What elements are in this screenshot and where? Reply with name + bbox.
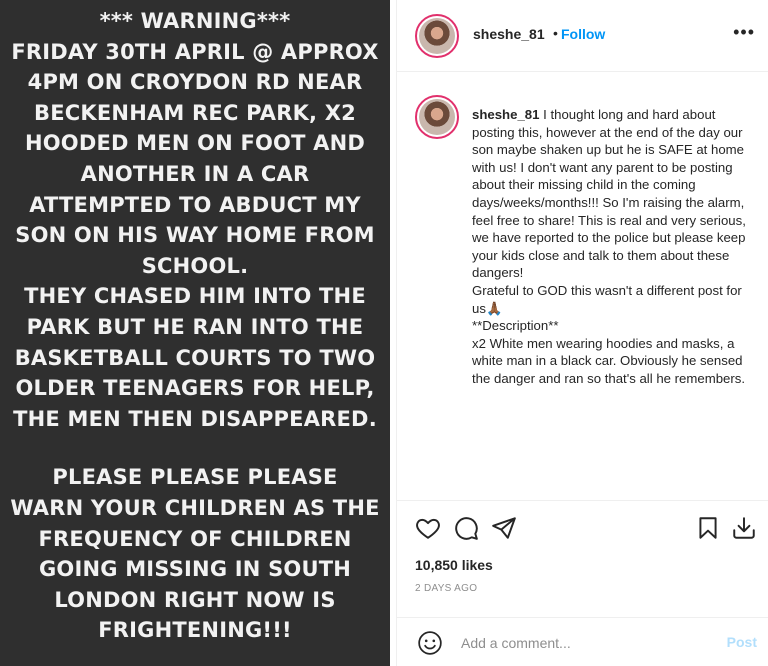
caption-avatar[interactable] bbox=[415, 95, 459, 139]
warning-text-block-1: *** WARNING*** FRIDAY 30TH APRIL @ APPRO… bbox=[4, 6, 386, 434]
warning-line: PARK BUT HE RAN INTO THE bbox=[26, 314, 364, 339]
praying-hands-icon: 🙏🏾 bbox=[485, 300, 503, 316]
caption-text: sheshe_81 I thought long and hard about … bbox=[472, 106, 752, 388]
warning-line: THE MEN THEN DISAPPEARED. bbox=[13, 406, 377, 431]
heart-icon[interactable] bbox=[415, 515, 441, 541]
warning-line: BASKETBALL COURTS TO TWO bbox=[14, 345, 376, 370]
warning-text-block-2: PLEASE PLEASE PLEASE WARN YOUR CHILDREN … bbox=[4, 462, 386, 646]
warning-line: SCHOOL. bbox=[141, 253, 249, 278]
warning-line: PLEASE PLEASE PLEASE bbox=[52, 465, 338, 490]
post-image: *** WARNING*** FRIDAY 30TH APRIL @ APPRO… bbox=[0, 0, 390, 666]
warning-line: ATTEMPTED TO ABDUCT MY bbox=[29, 192, 361, 217]
warning-line: THEY CHASED HIM INTO THE bbox=[24, 284, 366, 309]
warning-line: BECKENHAM REC PARK, X2 bbox=[34, 100, 356, 125]
caption-body: I thought long and hard about posting th… bbox=[472, 107, 746, 281]
likes-count[interactable]: 10,850 likes bbox=[415, 557, 493, 573]
warning-line: ANOTHER IN A CAR bbox=[80, 161, 310, 186]
bookmark-icon[interactable] bbox=[695, 515, 721, 541]
comment-icon[interactable] bbox=[453, 515, 479, 541]
warning-line: 4PM ON CROYDON RD NEAR bbox=[27, 70, 363, 95]
comment-input[interactable] bbox=[461, 632, 711, 654]
smiley-icon[interactable] bbox=[417, 630, 443, 656]
download-icon[interactable] bbox=[731, 515, 757, 541]
share-icon[interactable] bbox=[491, 515, 517, 541]
post-timestamp[interactable]: 2 DAYS AGO bbox=[415, 583, 477, 594]
warning-line: FREQUENCY OF CHILDREN bbox=[38, 526, 352, 551]
follow-button[interactable]: Follow bbox=[561, 26, 605, 42]
separator-dot: • bbox=[553, 25, 558, 41]
warning-line: FRIGHTENING!!! bbox=[98, 618, 292, 643]
post-panel: sheshe_81 • Follow ••• sheshe_81 I thoug… bbox=[396, 0, 768, 666]
avatar-photo bbox=[419, 99, 455, 135]
caption-description-heading: **Description** bbox=[472, 318, 559, 334]
actions-bar: 10,850 likes 2 DAYS AGO Post bbox=[397, 500, 768, 666]
post-header: sheshe_81 • Follow ••• bbox=[397, 0, 768, 72]
caption-description: x2 White men wearing hoodies and masks, … bbox=[472, 335, 746, 386]
header-username[interactable]: sheshe_81 bbox=[473, 26, 545, 42]
warning-line: GOING MISSING IN SOUTH bbox=[38, 557, 351, 582]
warning-line: OLDER TEENAGERS FOR HELP, bbox=[15, 376, 375, 401]
caption-username[interactable]: sheshe_81 bbox=[472, 107, 539, 122]
warning-line: FRIDAY 30TH APRIL @ APPROX bbox=[11, 39, 379, 64]
comment-bar: Post bbox=[397, 617, 768, 666]
warning-line: SON ON HIS WAY HOME FROM bbox=[15, 223, 375, 248]
warning-line: WARN YOUR CHILDREN AS THE bbox=[10, 495, 380, 520]
more-options-icon[interactable]: ••• bbox=[733, 22, 755, 43]
avatar[interactable] bbox=[415, 14, 459, 58]
warning-line: *** WARNING*** bbox=[99, 9, 291, 33]
warning-line: HOODED MEN ON FOOT AND bbox=[24, 131, 365, 156]
avatar-photo bbox=[419, 18, 455, 54]
warning-line: LONDON RIGHT NOW IS bbox=[54, 587, 336, 612]
caption-grateful: Grateful to GOD this wasn't a different … bbox=[472, 282, 742, 316]
post-comment-button[interactable]: Post bbox=[727, 634, 757, 650]
